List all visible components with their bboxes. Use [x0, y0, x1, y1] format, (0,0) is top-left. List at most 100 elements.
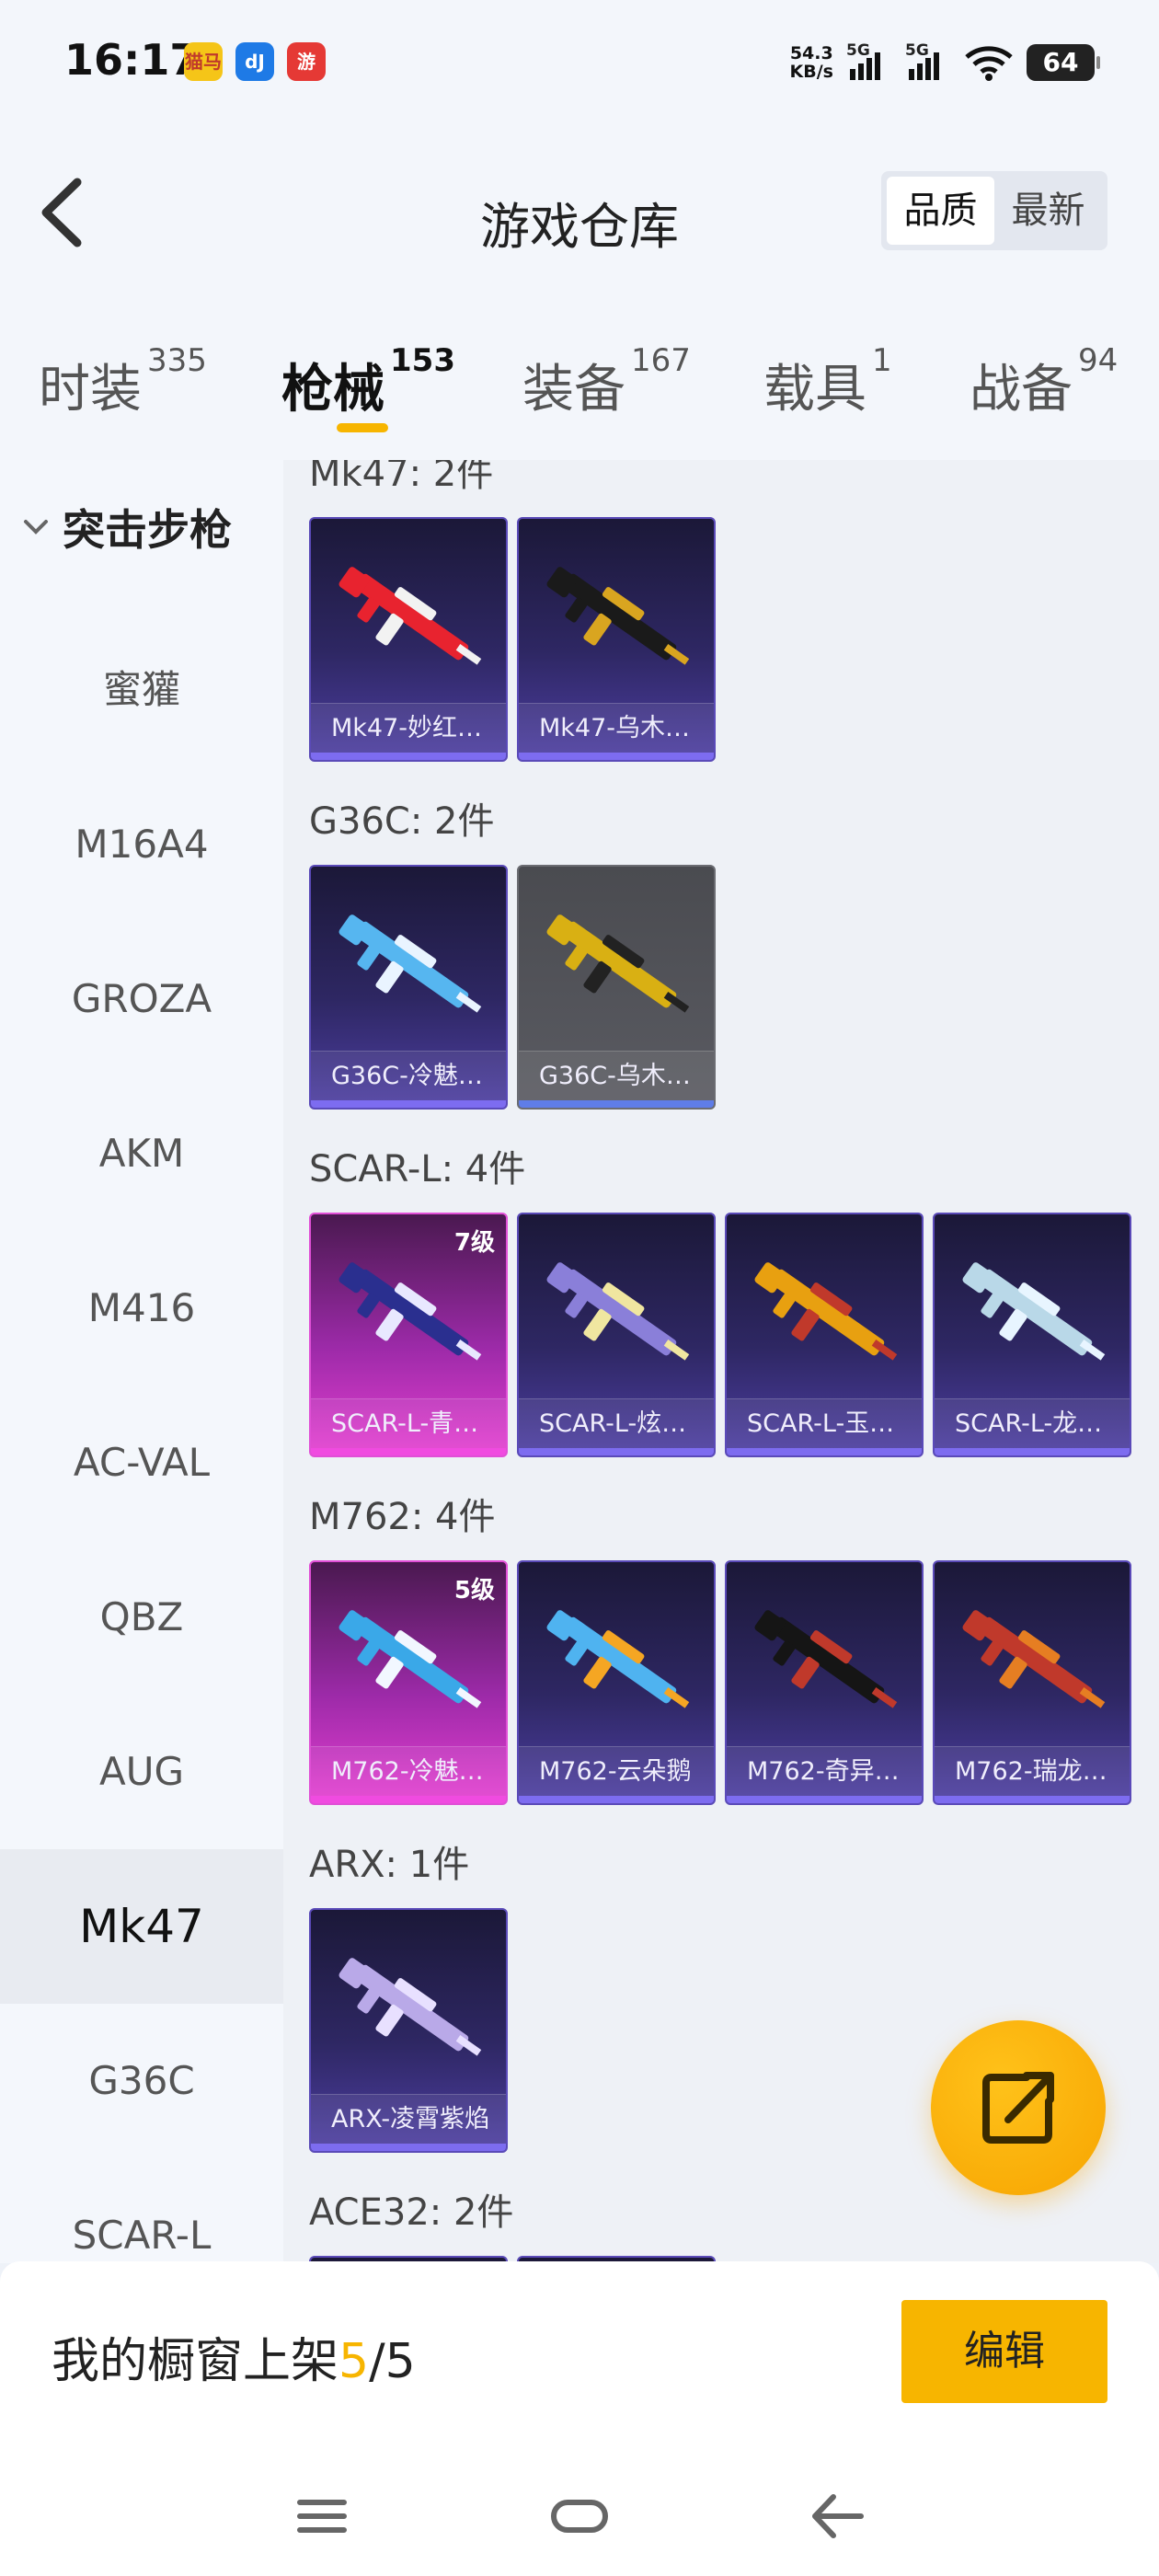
- tab-count: 153: [390, 342, 455, 379]
- sidebar-item-mk47[interactable]: Mk47: [0, 1849, 283, 2004]
- active-tab-indicator: [337, 423, 388, 432]
- home-icon: [551, 2500, 608, 2533]
- sidebar-category[interactable]: 突击步枪: [20, 497, 232, 558]
- weapon-card[interactable]: SCAR-L-龙…: [933, 1213, 1131, 1457]
- rifle-icon: [962, 1262, 1106, 1361]
- weapon-card-name: Mk47-乌木…: [519, 703, 714, 753]
- group-title: SCAR-L: 4件: [309, 1148, 526, 1190]
- weapon-grid: Mk47: 2件 Mk47-妙红… Mk47-乌木… G36C: 2件 G36C…: [283, 460, 1159, 2263]
- edit-button[interactable]: 编辑: [901, 2300, 1107, 2403]
- tab-vehicles[interactable]: 载具 1: [763, 342, 892, 422]
- rifle-icon: [339, 1262, 482, 1361]
- sidebar-item-ac-val[interactable]: AC-VAL: [0, 1386, 283, 1540]
- group-title: ACE32: 2件: [309, 2191, 514, 2234]
- tab-label: 枪械: [281, 360, 384, 420]
- showcase-total: 5: [384, 2334, 416, 2389]
- tab-count: 94: [1078, 342, 1119, 379]
- share-button[interactable]: [931, 2020, 1106, 2195]
- share-icon: [982, 2072, 1054, 2144]
- nav-back-button[interactable]: [800, 2484, 874, 2548]
- tab-count: 335: [147, 342, 207, 379]
- weapon-sidebar: 突击步枪 蜜獾 M16A4 GROZA AKM M416 AC-VAL QBZ …: [0, 460, 283, 2263]
- group-title: ARX: 1件: [309, 1844, 470, 1886]
- page-header: 游戏仓库 品质 最新: [0, 129, 1159, 304]
- group-title: M762: 4件: [309, 1496, 496, 1538]
- tab-label: 时装: [39, 360, 142, 420]
- weapon-card[interactable]: SCAR-L-玉…: [725, 1213, 924, 1457]
- rifle-icon: [339, 1610, 482, 1708]
- sidebar-item-groza[interactable]: GROZA: [0, 922, 283, 1076]
- red-app-icon: 游: [287, 42, 326, 81]
- showcase-label: 我的橱窗上架: [52, 2334, 339, 2389]
- weapon-card[interactable]: 5级 M762-冷魅…: [309, 1560, 508, 1805]
- tab-firearms[interactable]: 枪械 153: [281, 342, 455, 422]
- sidebar-item-m16a4[interactable]: M16A4: [0, 767, 283, 922]
- tab-equipment[interactable]: 装备 167: [522, 342, 691, 422]
- network-speed-value: 54.3: [789, 43, 833, 63]
- sidebar-item-honey-badger[interactable]: 蜜獾: [0, 613, 283, 767]
- sort-newest-button[interactable]: 最新: [994, 177, 1102, 245]
- weapon-card[interactable]: Mk47-乌木…: [517, 517, 716, 762]
- network-speed-unit: KB/s: [789, 62, 833, 82]
- signal-icon: 5G: [846, 41, 892, 80]
- weapon-card-name: SCAR-L-龙…: [935, 1398, 1130, 1448]
- weapon-card[interactable]: G36C-乌木…: [517, 865, 716, 1110]
- maomao-app-icon: 猫马: [184, 42, 223, 81]
- tab-count: 167: [631, 342, 691, 379]
- weapon-card-name: M762-云朵鹅: [519, 1746, 714, 1796]
- rifle-icon: [546, 1610, 690, 1708]
- sidebar-item-m416[interactable]: M416: [0, 1231, 283, 1386]
- system-nav-bar: [0, 2456, 1159, 2576]
- status-time: 16:17: [64, 35, 200, 85]
- sidebar-item-g36c[interactable]: G36C: [0, 2004, 283, 2158]
- weapon-card[interactable]: 7级 SCAR-L-青…: [309, 1213, 508, 1457]
- status-indicators: 54.3 KB/s 5G 5G 64: [789, 37, 1100, 88]
- weapon-card[interactable]: SCAR-L-炫…: [517, 1213, 716, 1457]
- group-title: Mk47: 2件: [309, 460, 494, 495]
- weapon-card-name: G36C-冷魅…: [311, 1051, 506, 1100]
- weapon-card[interactable]: M762-奇异…: [725, 1560, 924, 1805]
- sort-quality-button[interactable]: 品质: [887, 177, 994, 245]
- weapon-card-name: M762-冷魅…: [311, 1746, 506, 1796]
- rifle-icon: [546, 1262, 690, 1361]
- sidebar-item-qbz[interactable]: QBZ: [0, 1540, 283, 1695]
- rifle-icon: [962, 1610, 1106, 1708]
- weapon-card-name: M762-瑞龙…: [935, 1746, 1130, 1796]
- menu-icon: [297, 2500, 347, 2533]
- tab-label: 装备: [522, 360, 625, 420]
- rifle-icon: [546, 914, 690, 1013]
- showcase-status: 我的橱窗上架5/5: [52, 2322, 416, 2391]
- weapon-card-name: SCAR-L-青…: [311, 1398, 506, 1448]
- weapon-card-name: SCAR-L-玉…: [727, 1398, 922, 1448]
- wifi-icon: [965, 46, 1013, 81]
- showcase-count: 5: [339, 2334, 370, 2389]
- weapon-card[interactable]: Mk47-妙红…: [309, 517, 508, 762]
- tab-label: 载具: [763, 360, 866, 420]
- weapon-card[interactable]: G36C-冷魅…: [309, 865, 508, 1110]
- tab-supplies[interactable]: 战备 94: [970, 342, 1118, 422]
- status-bar: 16:17 猫马 dJ 游 54.3 KB/s 5G 5G 64: [0, 0, 1159, 129]
- weapon-card[interactable]: ARX-凌霄紫焰: [309, 1908, 508, 2153]
- menu-button[interactable]: [285, 2484, 359, 2548]
- sort-toggle: 品质 最新: [881, 171, 1107, 250]
- tool-app-icon: dJ: [235, 42, 274, 81]
- tab-label: 战备: [970, 360, 1073, 420]
- chevron-down-icon: [24, 520, 48, 535]
- sidebar-item-akm[interactable]: AKM: [0, 1076, 283, 1231]
- back-icon: [812, 2494, 864, 2538]
- showcase-bar: 我的橱窗上架5/5 编辑: [0, 2261, 1159, 2456]
- weapon-card-name: G36C-乌木…: [519, 1051, 714, 1100]
- tab-outfits[interactable]: 时装 335: [39, 342, 207, 422]
- sidebar-item-aug[interactable]: AUG: [0, 1695, 283, 1849]
- sidebar-item-scar-l[interactable]: SCAR-L: [0, 2158, 283, 2263]
- sidebar-category-label: 突击步枪: [63, 505, 232, 555]
- signal-label: 5G: [905, 41, 929, 60]
- home-button[interactable]: [543, 2484, 616, 2548]
- showcase-separator: /: [369, 2334, 385, 2389]
- weapon-card[interactable]: M762-云朵鹅: [517, 1560, 716, 1805]
- rifle-icon: [339, 1958, 482, 2056]
- category-tabs: 时装 335 枪械 153 装备 167 载具 1 战备 94: [0, 304, 1159, 460]
- rifle-icon: [754, 1262, 898, 1361]
- weapon-card-name: Mk47-妙红…: [311, 703, 506, 753]
- weapon-card[interactable]: M762-瑞龙…: [933, 1560, 1131, 1805]
